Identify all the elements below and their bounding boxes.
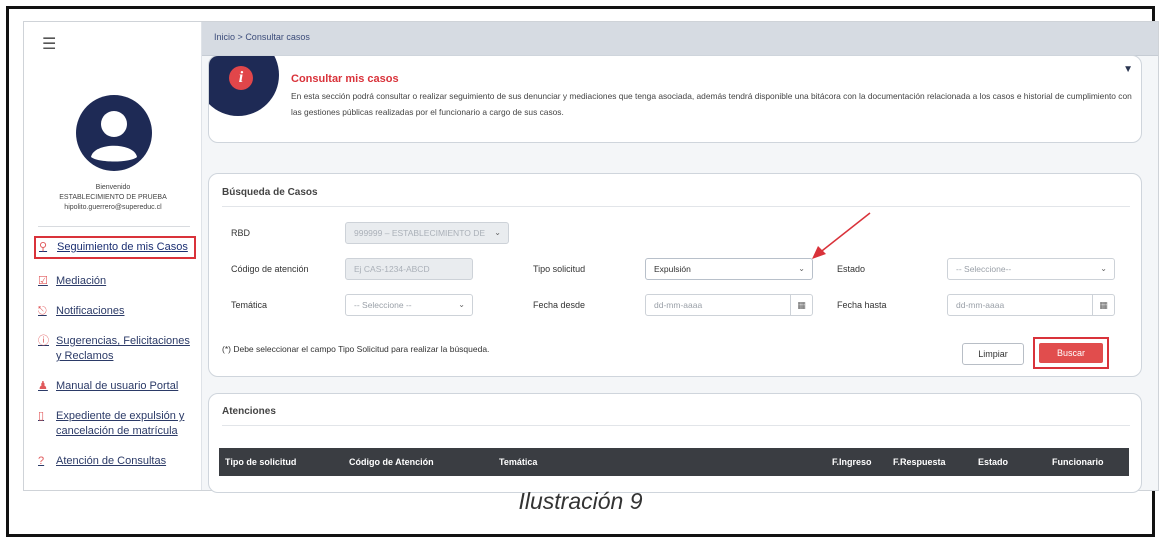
- hamburger-menu-icon[interactable]: ☰: [42, 34, 56, 54]
- column-header[interactable]: F.Ingreso: [832, 448, 872, 476]
- column-header[interactable]: Estado: [978, 448, 1008, 476]
- rbd-value: 999999 – ESTABLECIMIENTO DE: [354, 228, 486, 238]
- info-title: Consultar mis casos: [291, 73, 399, 85]
- code-label: Código de atención: [231, 264, 309, 274]
- sidebar-item-label: Seguimiento de mis Casos: [57, 241, 188, 253]
- welcome-text: Bienvenido: [95, 184, 131, 191]
- chevron-down-icon: ⌄: [1100, 264, 1107, 273]
- figure-caption: Ilustración 9: [518, 488, 643, 514]
- breadcrumb-home[interactable]: Inicio: [214, 32, 235, 42]
- search-button-highlight: Buscar: [1033, 337, 1109, 369]
- type-select[interactable]: Expulsión ⌄: [645, 258, 813, 280]
- chevron-down-icon: ⌄: [798, 264, 805, 273]
- column-header[interactable]: Funcionario: [1052, 448, 1104, 476]
- type-value: Expulsión: [654, 264, 691, 274]
- clear-button[interactable]: Limpiar: [962, 343, 1024, 365]
- attentions-divider: [222, 425, 1130, 426]
- sidebar-item-sugerencias[interactable]: ⓘ Sugerencias, Felicitaciones y Reclamos: [38, 334, 198, 364]
- breadcrumb-current: Consultar casos: [245, 32, 310, 42]
- from-label: Fecha desde: [533, 300, 586, 310]
- column-header[interactable]: F.Respuesta: [893, 448, 946, 476]
- to-placeholder: dd-mm-aaaa: [956, 300, 1005, 310]
- breadcrumb-bar: Inicio > Consultar casos: [202, 22, 1158, 56]
- sidebar-item-manual[interactable]: ♟ Manual de usuario Portal: [38, 379, 198, 394]
- sidebar-item-label: Notificaciones: [56, 305, 125, 317]
- state-select[interactable]: -- Seleccione-- ⌄: [947, 258, 1115, 280]
- checkbox-icon: ☑: [38, 275, 48, 287]
- calendar-icon[interactable]: ▦: [790, 295, 812, 315]
- sidebar-item-label: Manual de usuario Portal: [56, 380, 179, 392]
- theme-select[interactable]: -- Seleccione -- ⌄: [345, 294, 473, 316]
- search-divider: [222, 206, 1130, 207]
- attentions-title: Atenciones: [222, 406, 276, 417]
- code-placeholder: Ej CAS-1234-ABCD: [354, 264, 430, 274]
- to-label: Fecha hasta: [837, 300, 887, 310]
- search-card: Búsqueda de Casos RBD 999999 – ESTABLECI…: [208, 173, 1142, 377]
- code-input[interactable]: Ej CAS-1234-ABCD: [345, 258, 473, 280]
- state-value: -- Seleccione--: [956, 264, 1012, 274]
- question-icon: ?: [38, 455, 45, 467]
- from-date-input[interactable]: dd-mm-aaaa ▦: [645, 294, 813, 316]
- sidebar-item-mediacion[interactable]: ☑ Mediación: [38, 274, 198, 289]
- search-note: (*) Debe seleccionar el campo Tipo Solic…: [222, 344, 490, 354]
- establishment-name: ESTABLECIMIENTO DE PRUEBA: [59, 194, 167, 201]
- info-icon: i: [229, 66, 253, 90]
- column-header[interactable]: Temática: [499, 448, 537, 476]
- trash-icon: ▯: [38, 410, 45, 422]
- triangle-down-icon[interactable]: ▼: [1123, 64, 1133, 75]
- rbd-label: RBD: [231, 228, 251, 238]
- user-email: hipolito.guerrero@supereduc.cl: [64, 204, 162, 211]
- calendar-icon[interactable]: ▦: [1092, 295, 1114, 315]
- sidebar-item-seguimiento[interactable]: ⚲ Seguimiento de mis Casos: [34, 236, 196, 259]
- chevron-down-icon: ⌄: [458, 300, 465, 309]
- bell-icon: ⎋: [38, 305, 47, 317]
- avatar: [76, 95, 152, 171]
- info-text: En esta sección podrá consultar o realiz…: [291, 91, 1132, 117]
- sidebar-divider: [38, 226, 190, 227]
- attentions-card: Atenciones Tipo de solicitud Código de A…: [208, 393, 1142, 493]
- type-label: Tipo solicitud: [533, 264, 586, 274]
- breadcrumb: Inicio > Consultar casos: [214, 32, 310, 42]
- chevron-down-icon: ⌄: [494, 228, 501, 237]
- sidebar-item-consultas[interactable]: ? Atención de Consultas: [38, 454, 198, 469]
- sidebar-item-notificaciones[interactable]: ⎋ Notificaciones: [38, 304, 198, 319]
- theme-label: Temática: [231, 300, 268, 310]
- search-icon: ⚲: [39, 241, 48, 253]
- info-card: i Consultar mis casos En esta sección po…: [208, 55, 1142, 143]
- theme-value: -- Seleccione --: [354, 300, 412, 310]
- sidebar-item-expediente[interactable]: ▯ Expediente de expulsión y cancelación …: [38, 409, 198, 439]
- rbd-select: 999999 – ESTABLECIMIENTO DE ⌄: [345, 222, 509, 244]
- to-date-input[interactable]: dd-mm-aaaa ▦: [947, 294, 1115, 316]
- from-placeholder: dd-mm-aaaa: [654, 300, 703, 310]
- sidebar-item-label: Mediación: [56, 275, 107, 287]
- sidebar-item-label: Sugerencias, Felicitaciones y Reclamos: [56, 335, 190, 362]
- figure-frame: ☰ Bienvenido ESTABLECIMIENTO DE PRUEBA h…: [6, 6, 1159, 537]
- sidebar-item-label: Expediente de expulsión y cancelación de…: [56, 410, 185, 437]
- column-header[interactable]: Tipo de solicitud: [225, 448, 296, 476]
- user-info: Bienvenido ESTABLECIMIENTO DE PRUEBA hip…: [24, 183, 202, 213]
- table-header: Tipo de solicitud Código de Atención Tem…: [219, 448, 1129, 476]
- question-icon: ⓘ: [38, 335, 49, 347]
- column-header[interactable]: Código de Atención: [349, 448, 434, 476]
- users-icon: ♟: [38, 380, 48, 392]
- search-title: Búsqueda de Casos: [222, 187, 318, 198]
- state-label: Estado: [837, 264, 866, 274]
- search-button[interactable]: Buscar: [1039, 343, 1103, 363]
- breadcrumb-separator: >: [237, 32, 243, 42]
- sidebar: ☰ Bienvenido ESTABLECIMIENTO DE PRUEBA h…: [24, 22, 202, 490]
- sidebar-nav: ⚲ Seguimiento de mis Casos ☑ Mediación ⎋…: [34, 236, 198, 484]
- sidebar-item-label: Atención de Consultas: [56, 455, 167, 467]
